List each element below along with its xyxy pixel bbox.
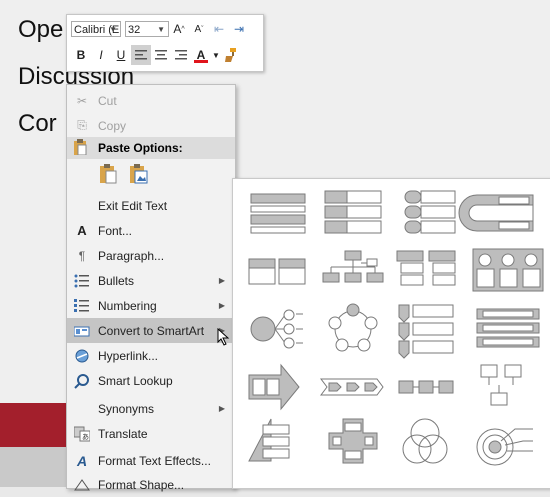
svg-text:あ: あ — [82, 433, 89, 441]
paste-options-label: Paste Options: — [98, 141, 183, 155]
decrease-indent-icon[interactable]: ⇤ — [209, 19, 229, 39]
stacked-list-icon[interactable] — [476, 308, 540, 348]
align-left-icon[interactable] — [131, 45, 151, 65]
numbering-icon — [73, 297, 91, 315]
menu-item-format-shape[interactable]: Format Shape... — [67, 472, 235, 497]
vertical-bracket-list-icon[interactable] — [404, 190, 456, 234]
target-icon[interactable] — [476, 428, 533, 466]
grow-font-label: A — [173, 22, 182, 36]
menu-item-convert-smartart[interactable]: Convert to SmartArt ▶ — [67, 318, 235, 343]
menu-item-format-shape-label: Format Shape... — [98, 477, 185, 492]
format-shape-icon — [73, 476, 91, 494]
radial-list-icon[interactable] — [250, 309, 303, 349]
menu-item-copy-label: Copy — [98, 118, 127, 133]
text-effects-icon: A — [76, 452, 88, 469]
translate-icon: あ — [73, 425, 91, 443]
menu-item-bullets[interactable]: Bullets ▶ — [67, 268, 235, 293]
italic-button[interactable]: I — [91, 45, 111, 65]
shrink-font-label: A — [194, 23, 202, 35]
shrink-font-button[interactable]: Aˇ — [189, 19, 209, 39]
menu-item-format-text-effects[interactable]: A Format Text Effects... — [67, 448, 235, 473]
grow-font-button[interactable]: A ^ — [169, 19, 189, 39]
font-size-value: 32 — [128, 24, 141, 36]
menu-item-hyperlink[interactable]: Hyperlink... — [67, 343, 235, 368]
paste-picture-icon[interactable] — [127, 163, 149, 190]
submenu-arrow-icon: ▶ — [218, 276, 225, 285]
menu-item-numbering-label: Numbering — [98, 298, 157, 313]
underline-button[interactable]: U — [111, 45, 131, 65]
submenu-arrow-icon: ▶ — [218, 301, 225, 310]
search-icon — [73, 372, 91, 390]
picture-caption-list-icon[interactable] — [472, 248, 544, 292]
paste-keep-formatting-icon[interactable] — [97, 163, 119, 190]
menu-item-paragraph-label: Paragraph... — [98, 248, 165, 263]
table-list-icon[interactable] — [396, 250, 456, 286]
vertical-arrow-list-icon[interactable] — [398, 304, 454, 359]
menu-item-paragraph[interactable]: ¶ Paragraph... — [67, 243, 235, 268]
menu-item-font[interactable]: A Font... — [67, 218, 235, 243]
menu-item-exit-edit-text[interactable]: Exit Edit Text — [67, 193, 235, 218]
basic-process-icon[interactable] — [398, 380, 454, 394]
chevron-process-icon[interactable] — [320, 378, 384, 396]
trapezoid-list-icon[interactable] — [458, 194, 534, 232]
chevron-down-icon[interactable]: ▼ — [211, 45, 221, 65]
scissors-icon: ✂ — [76, 93, 88, 108]
paragraph-icon: ¶ — [78, 248, 86, 263]
vertical-bullet-list-icon[interactable] — [250, 193, 306, 234]
picture-accent-list-icon[interactable] — [480, 364, 522, 406]
align-right-icon[interactable] — [171, 45, 191, 65]
font-size-box[interactable]: 32 ▼ — [125, 21, 169, 37]
menu-item-synonyms[interactable]: Synonyms ▶ — [67, 396, 235, 421]
menu-item-font-label: Font... — [98, 223, 133, 238]
slide-text-line-3[interactable]: Cor — [18, 110, 57, 138]
increase-indent-icon[interactable]: ⇥ — [229, 19, 249, 39]
cross-arrows-icon[interactable] — [328, 418, 378, 464]
menu-item-smart-lookup[interactable]: Smart Lookup — [67, 368, 235, 393]
align-center-icon[interactable] — [151, 45, 171, 65]
vertical-box-list-icon[interactable] — [324, 190, 382, 234]
mini-toolbar: Calibri (E ▼ 32 ▼ A ^ Aˇ ⇤ ⇥ B I U A ▼ — [66, 14, 264, 72]
smartart-icon — [73, 322, 91, 340]
font-icon: A — [77, 223, 87, 238]
bullets-icon — [73, 272, 91, 290]
venn-icon[interactable] — [402, 418, 448, 464]
menu-item-synonyms-label: Synonyms — [98, 401, 155, 416]
pyramid-list-icon[interactable] — [248, 418, 290, 462]
copy-icon: ⎘ — [77, 118, 87, 132]
horizontal-bullet-list-icon[interactable] — [248, 258, 306, 285]
menu-item-convert-smartart-label: Convert to SmartArt — [98, 323, 205, 338]
bold-button[interactable]: B — [71, 45, 91, 65]
smartart-gallery: .g{fill:#bdbdbd;stroke:#7a7a7a;stroke-wi… — [232, 178, 550, 489]
smartart-gallery-grid: .g{fill:#bdbdbd;stroke:#7a7a7a;stroke-wi… — [248, 190, 544, 466]
font-name-box[interactable]: Calibri (E ▼ — [71, 21, 121, 37]
menu-item-format-text-effects-label: Format Text Effects... — [98, 453, 211, 468]
menu-item-exit-edit-text-label: Exit Edit Text — [98, 198, 168, 213]
mouse-pointer-icon — [217, 328, 230, 346]
submenu-arrow-icon: ▶ — [218, 404, 225, 413]
chevron-down-icon[interactable]: ▼ — [109, 22, 117, 38]
menu-item-numbering[interactable]: Numbering ▶ — [67, 293, 235, 318]
font-color-button[interactable]: A — [191, 45, 211, 65]
menu-item-cut[interactable]: ✂ Cut — [67, 88, 235, 113]
paste-options-header: Paste Options: — [67, 137, 235, 159]
context-menu: ✂ Cut ⎘ Copy Paste Options: Exit Edit Te… — [66, 84, 236, 492]
hyperlink-icon — [73, 347, 91, 365]
chevron-down-icon[interactable]: ▼ — [157, 22, 165, 38]
menu-item-translate-label: Translate — [98, 426, 148, 441]
organization-chart-icon[interactable] — [322, 250, 384, 283]
menu-item-copy[interactable]: ⎘ Copy — [67, 113, 235, 138]
slide-text-line-1[interactable]: Ope — [18, 16, 63, 44]
menu-item-translate[interactable]: あ Translate — [67, 421, 235, 446]
font-color-bar — [194, 60, 208, 63]
menu-item-bullets-label: Bullets — [98, 273, 135, 288]
clipboard-icon — [73, 138, 87, 158]
menu-item-cut-label: Cut — [98, 93, 117, 108]
menu-item-hyperlink-label: Hyperlink... — [98, 348, 159, 363]
basic-cycle-icon[interactable] — [328, 303, 378, 352]
converging-arrows-icon[interactable] — [248, 363, 300, 411]
format-painter-icon[interactable] — [221, 45, 241, 65]
menu-item-smart-lookup-label: Smart Lookup — [98, 373, 173, 388]
